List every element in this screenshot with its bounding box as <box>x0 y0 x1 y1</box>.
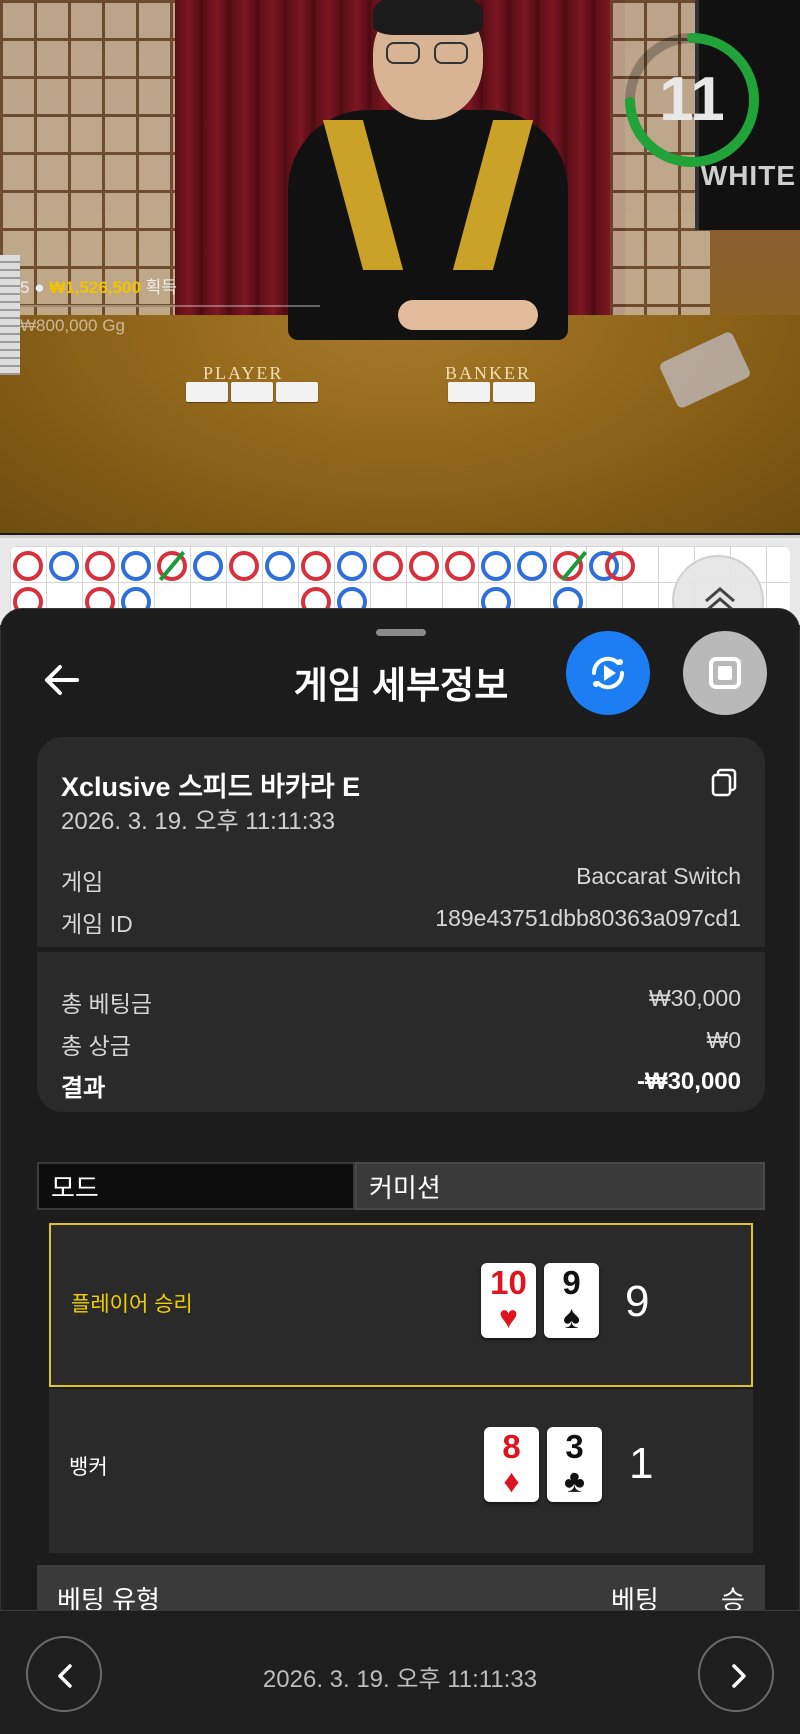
bead-banker <box>409 551 439 581</box>
stop-icon <box>709 657 741 689</box>
bead-banker <box>301 551 331 581</box>
replay-video-button[interactable] <box>566 631 650 715</box>
game-type-value: Baccarat Switch <box>576 863 741 889</box>
won-label: 획득 <box>145 278 177 297</box>
tab-mode[interactable]: 모드 <box>37 1162 355 1210</box>
game-id-label: 게임 ID <box>61 911 133 937</box>
result-value: -₩30,000 <box>636 1068 741 1095</box>
next-round-button[interactable] <box>698 1636 774 1712</box>
total-bet-label: 총 베팅금 <box>61 991 153 1017</box>
playing-card: 9 ♠ <box>544 1263 599 1338</box>
limit-text: ₩800,000 Gg <box>20 316 125 335</box>
bead-player <box>481 551 511 581</box>
bead-banker <box>373 551 403 581</box>
app-root: WHITE PLAYER BANKER 5 ● ₩1,526,500 획득 ₩8… <box>0 0 800 1734</box>
banker-total: 1 <box>629 1439 654 1488</box>
player-hand-label: 플레이어 승리 <box>71 1293 193 1316</box>
sheet-drag-handle[interactable] <box>376 629 426 636</box>
bead-banker <box>605 551 635 581</box>
playing-card: 3 ♣ <box>547 1427 602 1502</box>
page-title: 게임 세부정보 <box>293 665 509 706</box>
chevron-left-icon <box>58 1664 72 1688</box>
bead-player <box>121 551 151 581</box>
bead-player <box>49 551 79 581</box>
chevron-right-icon <box>732 1664 746 1688</box>
live-video: WHITE PLAYER BANKER 5 ● ₩1,526,500 획득 ₩8… <box>0 0 800 533</box>
result-label: 결과 <box>61 1075 106 1102</box>
player-table-cards <box>186 382 318 402</box>
total-bet-value: ₩30,000 <box>648 985 741 1011</box>
timer-value: 11 <box>659 65 725 134</box>
playing-card: 10 ♥ <box>481 1263 536 1338</box>
arrow-left-icon <box>45 665 79 695</box>
table-label-player: PLAYER <box>203 363 284 383</box>
game-name: Xclusive 스피드 바카라 E <box>61 772 361 802</box>
replay-icon <box>591 656 625 690</box>
chip-stack <box>0 255 20 375</box>
banker-hand-label: 뱅커 <box>69 1456 108 1479</box>
diamond-icon: ♦ <box>503 1463 520 1499</box>
player-total: 9 <box>625 1277 650 1326</box>
bead-player <box>265 551 295 581</box>
heart-icon: ♥ <box>499 1299 518 1335</box>
bead-player <box>193 551 223 581</box>
spade-icon: ♠ <box>563 1299 580 1335</box>
winners-info: 5 ● ₩1,526,500 획득 <box>20 273 177 298</box>
bead-player <box>337 551 367 581</box>
banker-table-cards <box>448 382 535 402</box>
bead-banker <box>13 551 43 581</box>
person-icon: ● <box>34 278 45 297</box>
game-details-sheet: 게임 세부정보 Xclusive 스피드 바카라 E 2026. 3. 19. … <box>0 608 800 1734</box>
total-win-value: ₩0 <box>706 1027 742 1053</box>
game-id-value: 189e43751dbb80363a097cd1 <box>435 905 741 931</box>
game-type-label: 게임 <box>61 869 104 895</box>
stop-button[interactable] <box>683 631 767 715</box>
banker-hand: 뱅커 8 ♦ 3 ♣ 1 <box>49 1389 753 1553</box>
countdown-timer: 11 <box>622 30 762 170</box>
game-info-card: Xclusive 스피드 바카라 E 2026. 3. 19. 오후 11:11… <box>37 737 765 1112</box>
won-amount: ₩1,526,500 <box>49 278 141 297</box>
background-lattice <box>0 0 175 320</box>
club-icon: ♣ <box>564 1463 585 1499</box>
game-datetime: 2026. 3. 19. 오후 11:11:33 <box>61 808 336 835</box>
overlay-divider <box>20 305 320 307</box>
round-datetime: 2026. 3. 19. 오후 11:11:33 <box>262 1666 538 1693</box>
tab-commission[interactable]: 커미션 <box>355 1162 765 1210</box>
back-button[interactable] <box>41 659 83 701</box>
total-win-label: 총 상금 <box>61 1033 131 1059</box>
copy-icon[interactable] <box>709 767 739 797</box>
bead-player <box>517 551 547 581</box>
previous-round-button[interactable] <box>26 1636 102 1712</box>
bead-banker <box>229 551 259 581</box>
table-label-banker: BANKER <box>445 363 532 383</box>
playing-card: 8 ♦ <box>484 1427 539 1502</box>
player-hand: 플레이어 승리 10 ♥ 9 ♠ 9 <box>49 1223 753 1387</box>
players-count: 5 <box>20 278 30 297</box>
card-divider <box>37 947 765 952</box>
bead-banker <box>85 551 115 581</box>
mode-tabs: 모드 커미션 <box>37 1162 765 1210</box>
round-navigation: 2026. 3. 19. 오후 11:11:33 <box>0 1610 800 1734</box>
bead-banker <box>445 551 475 581</box>
